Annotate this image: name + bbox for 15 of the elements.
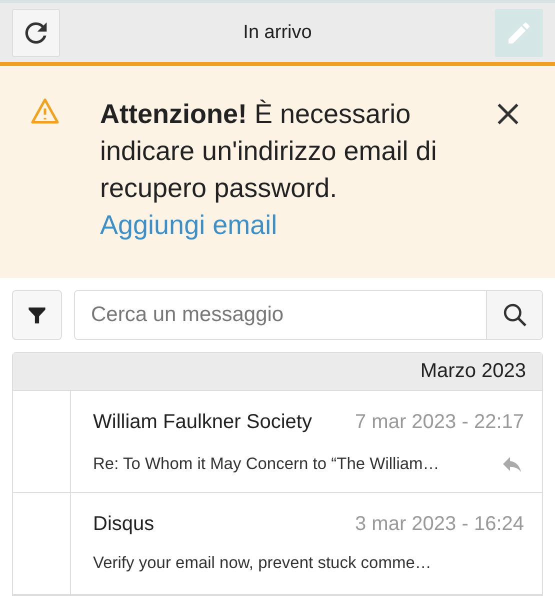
alert-message: Attenzione! È necessario indicare un'indirizzo email di recupero password. Aggiungi email [100, 98, 438, 242]
filter-button[interactable] [12, 290, 62, 340]
header-title: In arrivo [243, 22, 312, 44]
warning-icon [30, 96, 60, 126]
message-sender[interactable]: Disqus [93, 513, 154, 536]
funnel-icon [27, 305, 47, 325]
message-subject[interactable]: Re: To Whom it May Concern to “The William… [93, 454, 440, 474]
message-sender[interactable]: William Faulkner Society [93, 411, 312, 434]
message-subject[interactable]: Verify your email now, prevent stuck comme… [93, 554, 432, 573]
message-date: 7 mar 2023 - 22:17 [355, 411, 524, 434]
refresh-button[interactable] [12, 8, 60, 56]
search-button[interactable] [486, 291, 542, 339]
message-date: 3 mar 2023 - 16:24 [355, 513, 524, 536]
month-header: Marzo 2023 [13, 353, 542, 391]
search-field[interactable]: Cerca un messaggio [74, 290, 543, 340]
